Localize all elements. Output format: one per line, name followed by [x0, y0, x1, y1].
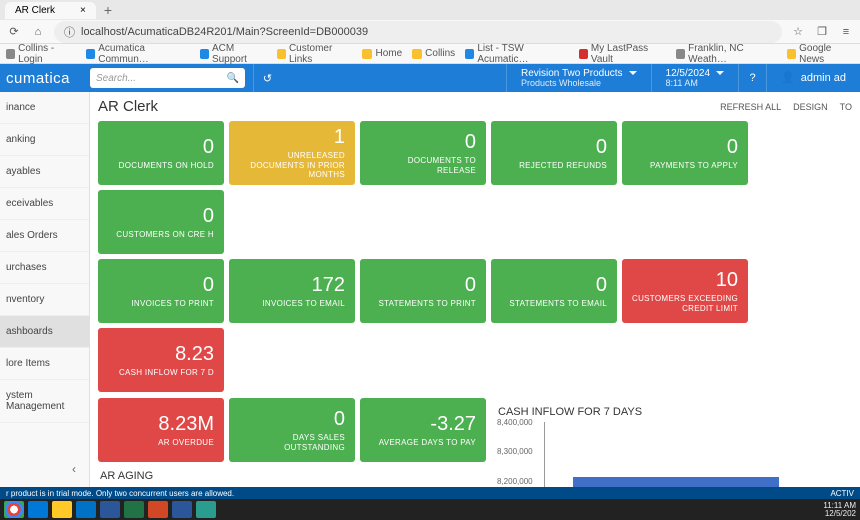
- chevron-down-icon: [716, 71, 724, 75]
- address-bar: ⟳ ⌂ ⓘ localhost/AcumaticaDB24R201/Main?S…: [0, 20, 860, 44]
- kpi-tile[interactable]: -3.27AVERAGE DAYS TO PAY: [360, 398, 486, 462]
- close-icon[interactable]: ×: [80, 5, 86, 16]
- kpi-tile[interactable]: 0STATEMENTS TO EMAIL: [491, 259, 617, 323]
- bookmark-item[interactable]: Collins: [412, 48, 455, 59]
- search-placeholder: Search...: [96, 73, 136, 84]
- kpi-tile[interactable]: 0CUSTOMERS ON CRE H: [98, 190, 224, 254]
- sidebar-item[interactable]: inance: [0, 92, 89, 124]
- favicon: [465, 49, 474, 59]
- kpi-tile[interactable]: 0DAYS SALES OUTSTANDING: [229, 398, 355, 462]
- browser-tab[interactable]: AR Clerk ×: [5, 2, 96, 19]
- user-menu[interactable]: 👤 admin ad: [766, 64, 860, 92]
- sidebar-item[interactable]: ystem Management: [0, 380, 89, 423]
- url-text: localhost/AcumaticaDB24R201/Main?ScreenI…: [81, 26, 368, 38]
- new-tab-button[interactable]: +: [104, 2, 112, 18]
- kpi-tile[interactable]: 0REJECTED REFUNDS: [491, 121, 617, 185]
- aging-title: AR AGING: [100, 470, 486, 482]
- kpi-row-1: 0DOCUMENTS ON HOLD1UNRELEASED DOCUMENTS …: [98, 121, 852, 254]
- bookmark-item[interactable]: My LastPass Vault: [579, 43, 666, 65]
- sidebar-item[interactable]: urchases: [0, 252, 89, 284]
- page-title: AR Clerk: [98, 98, 158, 115]
- favicon: [277, 49, 286, 59]
- reload-icon[interactable]: ⟳: [6, 24, 22, 40]
- bookmark-item[interactable]: Customer Links: [277, 43, 353, 65]
- sidebar-item[interactable]: ashboards: [0, 316, 89, 348]
- home-icon[interactable]: ⌂: [30, 24, 46, 40]
- favicon: [787, 49, 796, 59]
- favicon: [579, 49, 588, 59]
- kpi-tile[interactable]: 8.23MAR OVERDUE: [98, 398, 224, 462]
- kpi-tile[interactable]: 0INVOICES TO PRINT: [98, 259, 224, 323]
- sidebar-item[interactable]: lore Items: [0, 348, 89, 380]
- page-action[interactable]: DESIGN: [793, 102, 828, 112]
- kpi-tile[interactable]: 0PAYMENTS TO APPLY: [622, 121, 748, 185]
- kpi-tile[interactable]: 8.23CASH INFLOW FOR 7 D: [98, 328, 224, 392]
- favicon: [200, 49, 209, 59]
- taskbar-edge[interactable]: [28, 501, 48, 518]
- system-tray[interactable]: 11:11 AM 12/5/202: [823, 502, 856, 518]
- taskbar-files[interactable]: [52, 501, 72, 518]
- taskbar-chrome[interactable]: [4, 501, 24, 518]
- business-date-selector[interactable]: 12/5/2024 8:11 AM: [651, 64, 739, 92]
- kpi-row-3: 8.23MAR OVERDUE0DAYS SALES OUTSTANDING-3…: [98, 398, 486, 462]
- bookmarks-bar: Collins - Login Acumatica Commun… ACM Supp…: [0, 44, 860, 64]
- bookmark-item[interactable]: Home: [362, 48, 402, 59]
- history-icon[interactable]: ↺: [253, 64, 281, 92]
- star-icon[interactable]: ☆: [790, 24, 806, 40]
- kpi-row-2: 0INVOICES TO PRINT172INVOICES TO EMAIL0S…: [98, 259, 852, 392]
- sidebar-item[interactable]: anking: [0, 124, 89, 156]
- favicon: [86, 49, 95, 59]
- taskbar-outlook[interactable]: [76, 501, 96, 518]
- menu-icon[interactable]: ≡: [838, 24, 854, 40]
- user-icon: 👤: [781, 72, 795, 84]
- content-area: AR Clerk REFRESH ALL DESIGN TO 0DOCUMENTS …: [90, 92, 860, 507]
- help-icon[interactable]: ?: [738, 64, 766, 92]
- favicon: [362, 49, 372, 59]
- favicon: [412, 49, 422, 59]
- url-input[interactable]: ⓘ localhost/AcumaticaDB24R201/Main?Scree…: [54, 21, 782, 43]
- kpi-tile[interactable]: 0DOCUMENTS TO RELEASE: [360, 121, 486, 185]
- bookmark-item[interactable]: List - TSW Acumatic…: [465, 43, 569, 65]
- info-icon: ⓘ: [64, 24, 75, 40]
- tab-title: AR Clerk: [15, 5, 55, 16]
- page-actions: REFRESH ALL DESIGN TO: [720, 102, 852, 112]
- taskbar-powerpoint[interactable]: [148, 501, 168, 518]
- bookmark-item[interactable]: Franklin, NC Weath…: [676, 43, 777, 65]
- kpi-tile[interactable]: 172INVOICES TO EMAIL: [229, 259, 355, 323]
- taskbar-word[interactable]: [100, 501, 120, 518]
- taskbar-word2[interactable]: [172, 501, 192, 518]
- bookmark-item[interactable]: Acumatica Commun…: [86, 43, 190, 65]
- cash-inflow-title: CASH INFLOW FOR 7 DAYS: [498, 406, 852, 418]
- sidebar-item[interactable]: ales Orders: [0, 220, 89, 252]
- bookmark-item[interactable]: Collins - Login: [6, 43, 76, 65]
- kpi-tile[interactable]: 1UNRELEASED DOCUMENTS IN PRIOR MONTHS: [229, 121, 355, 185]
- sidebar: inanceankingayableseceivablesales Orders…: [0, 92, 90, 507]
- kpi-tile[interactable]: 10CUSTOMERS EXCEEDING CREDIT LIMIT: [622, 259, 748, 323]
- trial-notice: r product is in trial mode. Only two con…: [0, 487, 860, 499]
- favicon: [676, 49, 685, 59]
- extensions-icon[interactable]: ❐: [814, 24, 830, 40]
- sidebar-item[interactable]: ayables: [0, 156, 89, 188]
- browser-tab-strip: AR Clerk × +: [0, 0, 860, 20]
- search-icon[interactable]: 🔍: [227, 73, 239, 84]
- bookmark-item[interactable]: Google News: [787, 43, 854, 65]
- chevron-down-icon: [629, 71, 637, 75]
- sidebar-item[interactable]: eceivables: [0, 188, 89, 220]
- sidebar-item[interactable]: nventory: [0, 284, 89, 316]
- bookmark-item[interactable]: ACM Support: [200, 43, 267, 65]
- page-action[interactable]: REFRESH ALL: [720, 102, 781, 112]
- app-logo[interactable]: cumatica: [0, 70, 90, 87]
- company-selector[interactable]: Revision Two Products Products Wholesale: [506, 64, 651, 92]
- app-header: cumatica Search... 🔍 ↺ Revision Two Prod…: [0, 64, 860, 92]
- taskbar: 11:11 AM 12/5/202: [0, 499, 860, 520]
- sidebar-expand-icon[interactable]: ‹: [72, 462, 76, 476]
- kpi-tile[interactable]: 0STATEMENTS TO PRINT: [360, 259, 486, 323]
- taskbar-excel[interactable]: [124, 501, 144, 518]
- page-action[interactable]: TO: [840, 102, 852, 112]
- kpi-tile[interactable]: 0DOCUMENTS ON HOLD: [98, 121, 224, 185]
- taskbar-snagit[interactable]: [196, 501, 216, 518]
- search-input[interactable]: Search... 🔍: [90, 68, 245, 88]
- favicon: [6, 49, 15, 59]
